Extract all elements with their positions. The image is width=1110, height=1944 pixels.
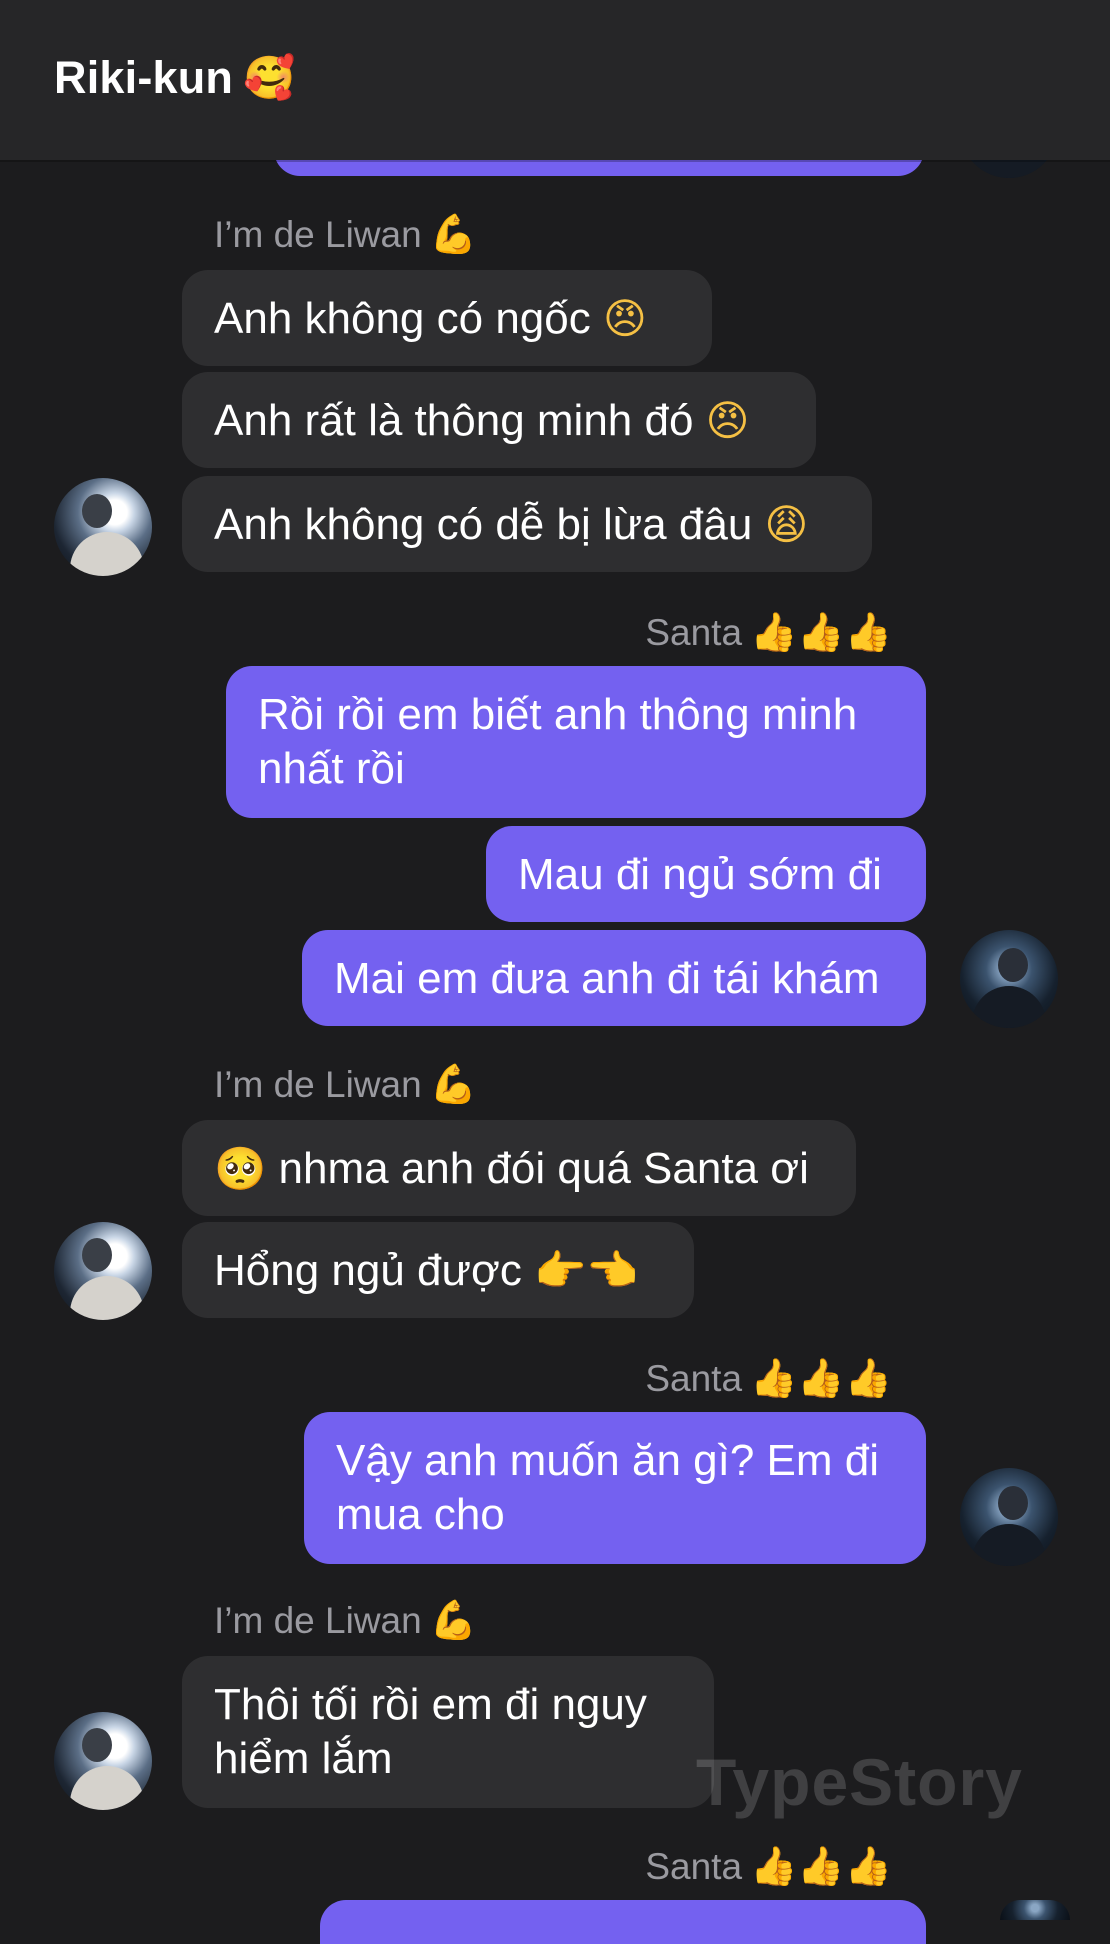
sender-name-liwan: I’m de Liwan 💪 bbox=[214, 1062, 477, 1107]
avatar-head bbox=[82, 494, 112, 528]
message-text-line-2: nhất rồi bbox=[258, 744, 405, 793]
outgoing-bubble-cut-bottom[interactable] bbox=[320, 1900, 926, 1944]
avatar-head bbox=[998, 948, 1028, 982]
chat-title[interactable]: Riki-kun 🥰 bbox=[54, 52, 296, 104]
message-bubble-incoming[interactable]: Thôi tối rồi em đi nguy hiểm lắm bbox=[182, 1656, 714, 1808]
thumbs-up-emoji-icon: 👍👍👍 bbox=[750, 1844, 892, 1888]
sender-name-santa: Santa 👍👍👍 bbox=[645, 1356, 892, 1401]
message-bubble-outgoing[interactable]: Mai em đưa anh đi tái khám bbox=[302, 930, 926, 1026]
sender-label: I’m de Liwan bbox=[214, 1063, 422, 1105]
avatar-body bbox=[70, 1766, 144, 1810]
message-bubble-incoming[interactable]: Anh không có dễ bị lừa đâu 😩 bbox=[182, 476, 872, 572]
message-text: nhma anh đói quá Santa ơi bbox=[278, 1144, 809, 1193]
avatar-liwan[interactable] bbox=[54, 1222, 152, 1320]
avatar-body bbox=[70, 1276, 144, 1320]
message-text-line-2: hiểm lắm bbox=[214, 1734, 393, 1783]
message-bubble-incoming[interactable]: Hổng ngủ được 👉👈 bbox=[182, 1222, 694, 1318]
message-text: Anh không có ngốc bbox=[214, 294, 591, 343]
message-text: Anh không có dễ bị lừa đâu bbox=[214, 500, 753, 549]
message-text-line-2: mua cho bbox=[336, 1490, 505, 1539]
message-text: Mai em đưa anh đi tái khám bbox=[334, 954, 880, 1003]
sender-label: I’m de Liwan bbox=[214, 1599, 422, 1641]
sender-name-santa: Santa 👍👍👍 bbox=[645, 610, 892, 655]
sender-name-liwan: I’m de Liwan 💪 bbox=[214, 212, 477, 257]
sender-label: I’m de Liwan bbox=[214, 213, 422, 255]
avatar-body bbox=[70, 532, 144, 576]
flexed-bicep-emoji-icon: 💪 bbox=[429, 1598, 478, 1642]
message-bubble-outgoing[interactable]: Vậy anh muốn ăn gì? Em đi mua cho bbox=[304, 1412, 926, 1564]
avatar-head bbox=[998, 1486, 1028, 1520]
avatar-santa-cut-bottom[interactable] bbox=[1000, 1900, 1070, 1920]
sender-name-santa: Santa 👍👍👍 bbox=[645, 1844, 892, 1889]
avatar-body bbox=[972, 986, 1046, 1028]
sender-label: Santa bbox=[645, 1845, 743, 1887]
message-bubble-incoming[interactable]: Anh không có ngốc 😠 bbox=[182, 270, 712, 366]
avatar-liwan[interactable] bbox=[54, 1712, 152, 1810]
angry-face-emoji-icon: 😠 bbox=[705, 396, 750, 445]
message-text: Mau đi ngủ sớm đi bbox=[518, 850, 882, 899]
message-bubble-outgoing[interactable]: Mau đi ngủ sớm đi bbox=[486, 826, 926, 922]
avatar-santa[interactable] bbox=[960, 930, 1058, 1028]
message-bubble-incoming[interactable]: Anh rất là thông minh đó 😠 bbox=[182, 372, 816, 468]
smiling-hearts-emoji-icon: 🥰 bbox=[243, 53, 296, 102]
message-text: Hổng ngủ được bbox=[214, 1246, 522, 1295]
watermark-text: TypeStory bbox=[696, 1745, 1023, 1819]
sender-label: Santa bbox=[645, 611, 743, 653]
message-text: Anh rất là thông minh đó bbox=[214, 396, 694, 445]
message-text-line-1: Rồi rồi em biết anh thông minh bbox=[258, 690, 858, 739]
chat-title-text: Riki-kun bbox=[54, 52, 234, 103]
sender-label: Santa bbox=[645, 1357, 743, 1399]
angry-face-emoji-icon: 😠 bbox=[602, 294, 647, 343]
message-text-line-1: Vậy anh muốn ăn gì? Em đi bbox=[336, 1436, 879, 1485]
weary-face-emoji-icon: 😩 bbox=[764, 500, 809, 549]
thumbs-up-emoji-icon: 👍👍👍 bbox=[750, 1356, 892, 1400]
chat-header: Riki-kun 🥰 bbox=[0, 0, 1110, 160]
message-bubble-outgoing[interactable]: Rồi rồi em biết anh thông minh nhất rồi bbox=[226, 666, 926, 818]
sender-name-liwan: I’m de Liwan 💪 bbox=[214, 1598, 477, 1643]
pointing-fingers-emoji-icon: 👉👈 bbox=[534, 1246, 639, 1295]
flexed-bicep-emoji-icon: 💪 bbox=[429, 1062, 478, 1106]
pleading-face-emoji-icon: 🥺 bbox=[214, 1144, 267, 1193]
avatar-santa[interactable] bbox=[960, 1468, 1058, 1566]
avatar-head bbox=[82, 1728, 112, 1762]
flexed-bicep-emoji-icon: 💪 bbox=[429, 212, 478, 256]
avatar-body bbox=[972, 1524, 1046, 1566]
avatar-liwan[interactable] bbox=[54, 478, 152, 576]
message-bubble-incoming[interactable]: 🥺 nhma anh đói quá Santa ơi bbox=[182, 1120, 856, 1216]
avatar-head bbox=[82, 1238, 112, 1272]
thumbs-up-emoji-icon: 👍👍👍 bbox=[750, 610, 892, 654]
message-text-line-1: Thôi tối rồi em đi nguy bbox=[214, 1680, 647, 1729]
